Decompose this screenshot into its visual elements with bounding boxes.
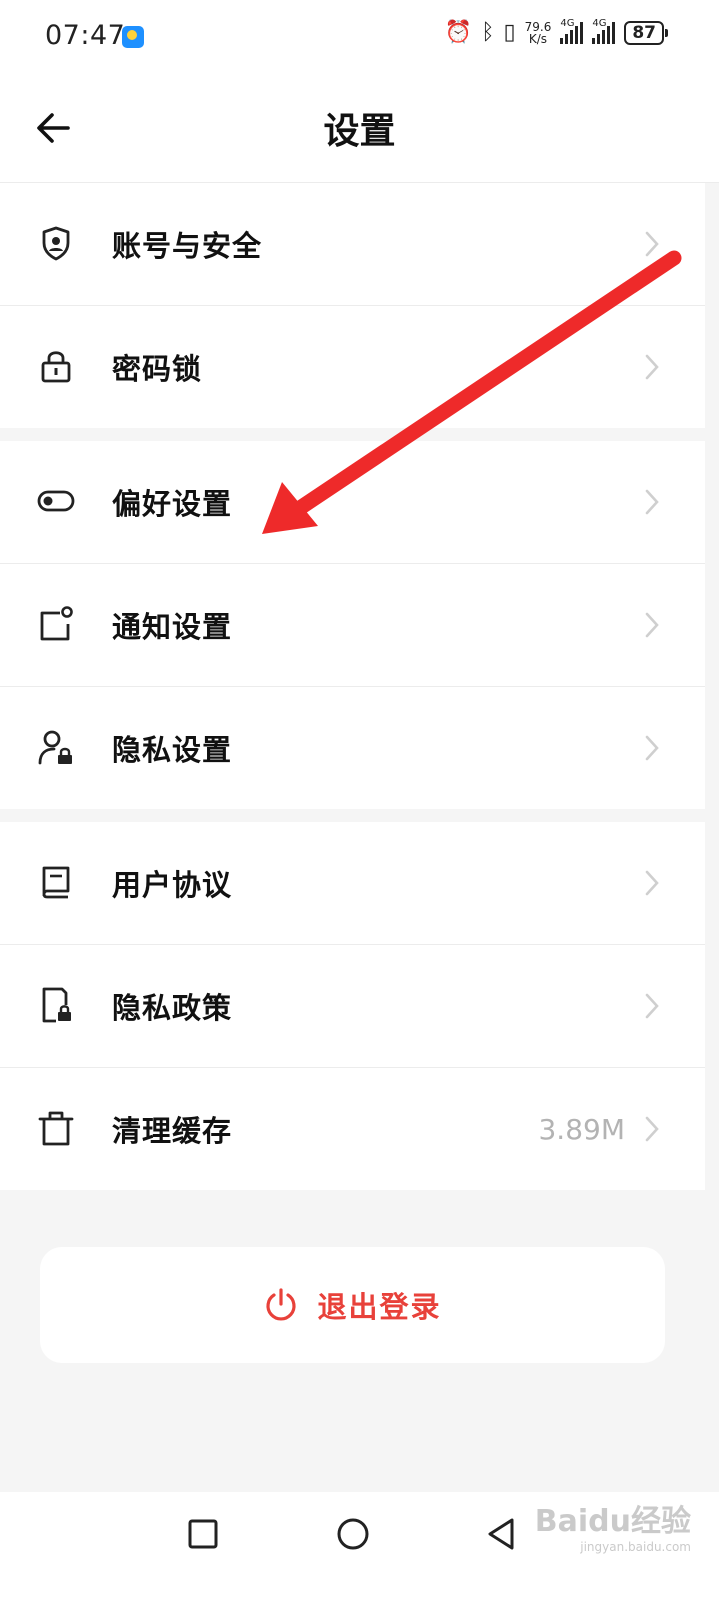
circle-icon — [337, 1518, 369, 1550]
settings-group-account: 账号与安全 密码锁 — [0, 183, 705, 428]
settings-item-privacy-settings[interactable]: 隐私设置 — [0, 687, 705, 809]
chevron-right-icon — [645, 489, 659, 515]
triangle-back-icon — [488, 1518, 514, 1550]
toggle-icon — [37, 490, 75, 512]
vibrate-icon: ▯ — [503, 20, 516, 45]
network-type-label: 4G — [560, 18, 575, 29]
home-button[interactable] — [331, 1512, 375, 1556]
square-icon — [188, 1519, 218, 1549]
watermark-text: Baidu经验 — [534, 1504, 691, 1539]
watermark: Baidu经验 jingyan.baidu.com — [535, 1496, 691, 1554]
trash-icon — [38, 1111, 74, 1146]
chevron-right-icon — [645, 612, 659, 638]
power-icon — [266, 1288, 297, 1321]
notification-icon — [40, 606, 73, 641]
bluetooth-icon: ᛒ — [481, 20, 495, 45]
weather-icon — [122, 26, 144, 48]
settings-item-account-security[interactable]: 账号与安全 — [0, 183, 705, 306]
settings-item-label: 隐私设置 — [112, 733, 233, 767]
network-speed: 79.6 K/s — [525, 21, 552, 45]
shield-user-icon — [42, 226, 70, 261]
chevron-right-icon — [645, 993, 659, 1019]
settings-item-label: 偏好设置 — [112, 487, 233, 521]
chevron-right-icon — [645, 870, 659, 896]
status-bar: 07:47 ⏰ ᛒ ▯ 79.6 K/s 4G 4G 87 — [0, 0, 719, 78]
settings-item-label: 用户协议 — [112, 868, 233, 902]
cache-size-value: 3.89M — [538, 1112, 625, 1146]
status-time: 07:47 — [45, 20, 126, 51]
document-lock-icon — [42, 987, 71, 1023]
settings-item-notifications[interactable]: 通知设置 — [0, 564, 705, 687]
settings-item-label: 密码锁 — [112, 352, 203, 386]
chevron-right-icon — [645, 735, 659, 761]
chevron-right-icon — [645, 1116, 659, 1142]
lock-icon — [41, 351, 71, 383]
battery-indicator: 87 — [624, 21, 668, 45]
user-lock-icon — [38, 730, 72, 765]
book-icon — [42, 866, 70, 899]
settings-group-preferences: 偏好设置 通知设置 隐私设置 — [0, 441, 705, 809]
page-header: 设置 — [0, 78, 719, 183]
signal-icon: 4G — [592, 18, 616, 44]
settings-item-user-agreement[interactable]: 用户协议 — [0, 822, 705, 945]
chevron-right-icon — [645, 354, 659, 380]
chevron-right-icon — [645, 231, 659, 257]
logout-button[interactable]: 退出登录 — [40, 1247, 665, 1363]
back-nav-button[interactable] — [480, 1512, 524, 1556]
recent-apps-button[interactable] — [181, 1512, 225, 1556]
settings-item-label: 账号与安全 — [112, 229, 263, 263]
settings-item-preferences[interactable]: 偏好设置 — [0, 441, 705, 564]
settings-item-label: 清理缓存 — [112, 1114, 233, 1148]
page-title: 设置 — [323, 111, 396, 152]
settings-item-label: 隐私政策 — [112, 991, 233, 1025]
settings-group-legal: 用户协议 隐私政策 清理缓存 3.89M — [0, 822, 705, 1190]
network-speed-unit: K/s — [528, 32, 548, 46]
alarm-icon: ⏰ — [444, 20, 473, 45]
status-indicators: ⏰ ᛒ ▯ 79.6 K/s 4G 4G 87 — [444, 18, 668, 46]
settings-item-label: 通知设置 — [112, 610, 233, 644]
network-type-label: 4G — [592, 18, 607, 29]
logout-label: 退出登录 — [317, 1290, 442, 1324]
watermark-url: jingyan.baidu.com — [580, 1540, 691, 1554]
settings-item-clear-cache[interactable]: 清理缓存 3.89M — [0, 1068, 705, 1190]
settings-item-privacy-policy[interactable]: 隐私政策 — [0, 945, 705, 1068]
settings-item-password-lock[interactable]: 密码锁 — [0, 306, 705, 428]
signal-icon: 4G — [560, 18, 584, 44]
